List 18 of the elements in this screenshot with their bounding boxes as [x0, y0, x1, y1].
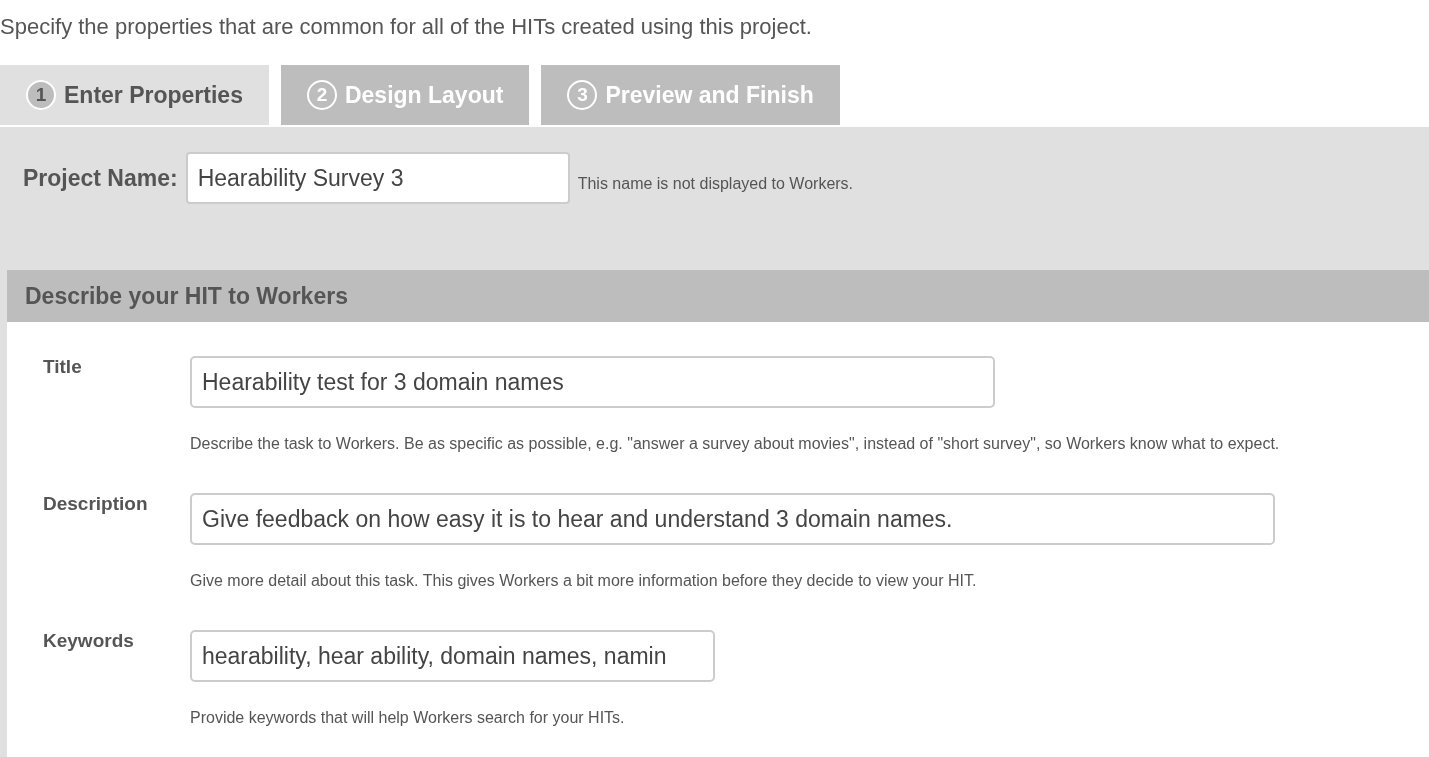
project-name-hint: This name is not displayed to Workers.: [577, 174, 854, 193]
text-field[interactable]: hearability, hear ability, domain names, namin: [190, 630, 715, 682]
step-tab[interactable]: 1 Enter Properties: [0, 65, 269, 125]
help-text: Provide keywords that will help Workers search for your HITs.: [190, 708, 626, 728]
text-field[interactable]: Hearability test for 3 domain names: [190, 356, 995, 408]
help-text: Describe the task to Workers. Be as specific as possible, e.g. "answer a survey about movies", instead of "short survey", so Workers know what to expect.: [190, 434, 1280, 454]
project-name-label: Project Name:: [23, 164, 178, 192]
intro-text: Specify the properties that are common for all of the HITs created using this project.: [0, 13, 813, 41]
step-number: 2: [306, 80, 337, 110]
project-name-field[interactable]: Hearability Survey 3: [185, 152, 570, 204]
section-header: Describe your HIT to Workers: [7, 270, 1429, 322]
field-label: Title: [43, 356, 83, 379]
field-label: Keywords: [43, 630, 135, 653]
text-field[interactable]: Give feedback on how easy it is to hear and understand 3 domain names.: [190, 493, 1275, 545]
step-number: 1: [26, 80, 56, 110]
help-text: Give more detail about this task. This gives Workers a bit more information before they decide to view your HIT.: [190, 571, 978, 591]
field-label: Description: [43, 493, 149, 516]
step-number: 3: [567, 80, 598, 110]
